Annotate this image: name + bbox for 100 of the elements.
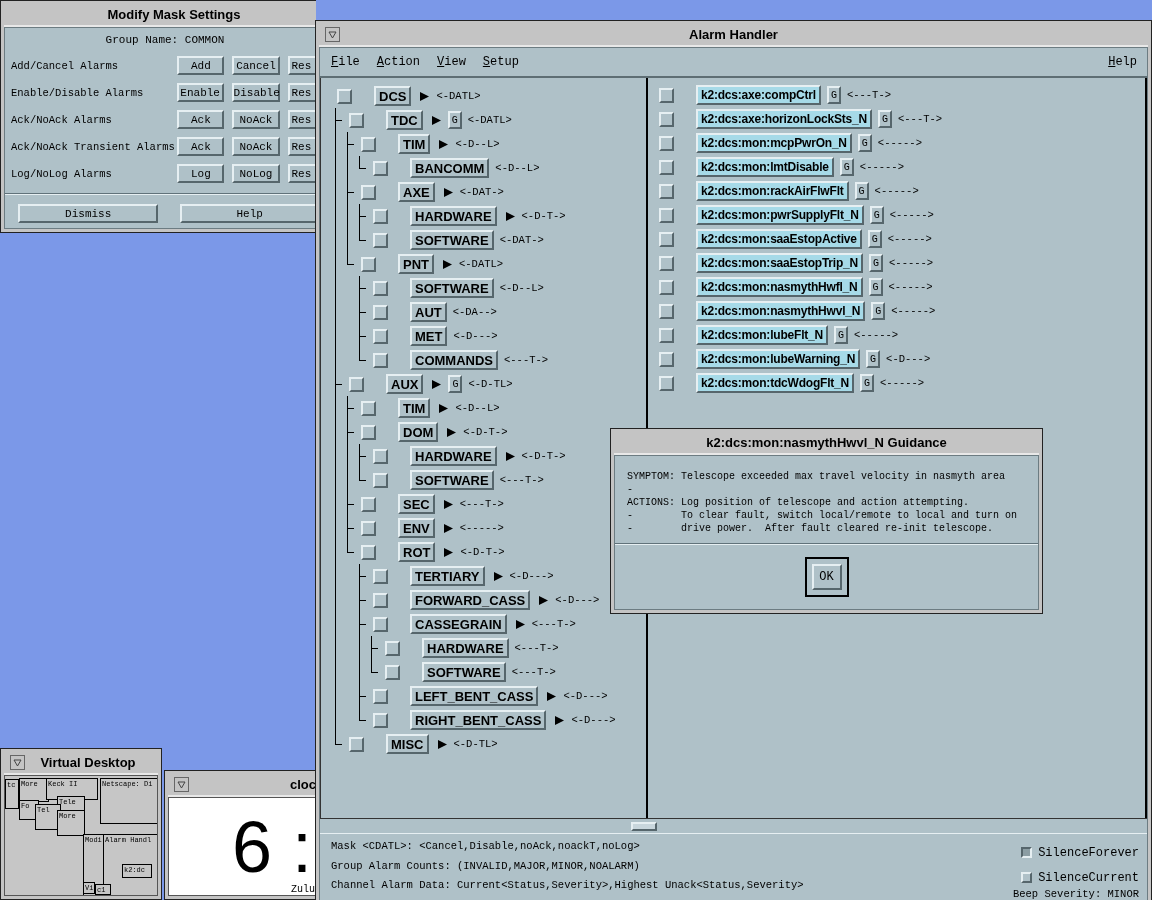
mask-button[interactable]: Enable — [176, 83, 224, 102]
channel-button[interactable]: k2:dcs:mon:pwrSupplyFlt_N — [696, 205, 864, 225]
mask-button[interactable]: Disable — [231, 83, 280, 102]
group-button[interactable]: SOFTWARE — [422, 662, 506, 682]
mask-button[interactable]: Add — [177, 56, 225, 75]
channel-button[interactable]: k2:dcs:mon:lubeFlt_N — [696, 325, 828, 345]
expand-arrow-icon[interactable] — [554, 714, 566, 726]
mask-button[interactable]: NoAck — [232, 137, 280, 156]
guidance-button[interactable]: G — [866, 350, 881, 368]
channel-button[interactable]: k2:dcs:mon:tdcWdogFlt_N — [696, 373, 855, 393]
window-menu-icon[interactable] — [325, 27, 340, 42]
mask-button[interactable]: Res — [287, 137, 315, 156]
guidance-button[interactable]: G — [448, 375, 463, 393]
expand-arrow-icon[interactable] — [438, 138, 450, 150]
group-button[interactable]: SOFTWARE — [410, 278, 494, 298]
expand-arrow-icon[interactable] — [442, 522, 454, 534]
expand-arrow-icon[interactable] — [514, 618, 526, 630]
guidance-button[interactable]: G — [447, 111, 462, 129]
group-button[interactable]: MET — [410, 326, 448, 346]
group-button[interactable]: AXE — [398, 182, 435, 202]
guidance-button[interactable]: G — [839, 158, 854, 176]
window-menu-icon[interactable] — [174, 777, 189, 792]
expand-arrow-icon[interactable] — [492, 570, 504, 582]
mask-button[interactable]: Ack — [177, 110, 225, 129]
silence-toggle[interactable]: SilenceCurrent — [1021, 865, 1139, 890]
channel-button[interactable]: k2:dcs:mon:nasmythHwfl_N — [696, 277, 863, 297]
menu-item[interactable]: Action — [376, 55, 421, 69]
mask-button[interactable]: Ack — [177, 137, 225, 156]
group-button[interactable]: COMMANDS — [410, 350, 498, 370]
mask-button[interactable]: NoLog — [232, 164, 280, 183]
window-menu-icon[interactable] — [10, 755, 25, 770]
expand-arrow-icon[interactable] — [504, 450, 516, 462]
menu-item[interactable]: Setup — [482, 55, 519, 69]
guidance-button[interactable]: G — [869, 254, 884, 272]
mask-button[interactable]: NoAck — [232, 110, 280, 129]
channel-button[interactable]: k2:dcs:axe:horizonLockSts_N — [696, 109, 872, 129]
channel-button[interactable]: k2:dcs:mon:rackAirFlwFlt — [696, 181, 849, 201]
mask-button[interactable]: Res — [287, 83, 315, 102]
mask-button[interactable]: Cancel — [232, 56, 280, 75]
group-button[interactable]: FORWARD_CASS — [410, 590, 531, 610]
checkbox[interactable] — [1021, 847, 1033, 858]
menu-item[interactable]: Help — [1108, 55, 1137, 69]
guidance-button[interactable]: G — [854, 182, 869, 200]
mask-button[interactable]: Res — [287, 56, 315, 75]
ok-button[interactable]: OK — [811, 563, 842, 590]
group-button[interactable]: ROT — [398, 542, 436, 562]
expand-arrow-icon[interactable] — [442, 498, 454, 510]
group-button[interactable]: PNT — [398, 254, 434, 274]
group-button[interactable]: HARDWARE — [410, 446, 497, 466]
group-button[interactable]: AUT — [410, 302, 447, 322]
group-button[interactable]: BANCOMM — [410, 158, 490, 178]
group-button[interactable]: TERTIARY — [410, 566, 485, 586]
expand-arrow-icon[interactable] — [538, 594, 550, 606]
channel-button[interactable]: k2:dcs:mon:saaEstopTrip_N — [696, 253, 864, 273]
expand-arrow-icon[interactable] — [446, 426, 458, 438]
group-button[interactable]: LEFT_BENT_CASS — [410, 686, 539, 706]
group-button[interactable]: MISC — [386, 734, 429, 754]
group-button[interactable]: AUX — [386, 374, 424, 394]
expand-arrow-icon[interactable] — [438, 402, 450, 414]
group-button[interactable]: DOM — [398, 422, 439, 442]
menu-item[interactable]: File — [331, 55, 360, 69]
channel-button[interactable]: k2:dcs:mon:lmtDisable — [696, 157, 834, 177]
guidance-button[interactable]: G — [867, 230, 882, 248]
guidance-button[interactable]: G — [857, 134, 872, 152]
channel-button[interactable]: k2:dcs:mon:lubeWarning_N — [696, 349, 861, 369]
mask-button[interactable]: Log — [177, 164, 225, 183]
group-button[interactable]: TIM — [398, 398, 431, 418]
group-button[interactable]: SOFTWARE — [410, 230, 494, 250]
channel-button[interactable]: k2:dcs:mon:saaEstopActive — [696, 229, 862, 249]
guidance-button[interactable]: G — [878, 110, 892, 128]
mask-button[interactable]: Res — [287, 110, 315, 129]
group-button[interactable]: SOFTWARE — [410, 470, 494, 490]
channel-button[interactable]: k2:dcs:mon:nasmythHwvl_N — [696, 301, 866, 321]
dialog-button[interactable]: Dismiss — [18, 204, 159, 223]
menu-item[interactable]: View — [437, 55, 466, 69]
guidance-button[interactable]: G — [834, 326, 848, 344]
expand-arrow-icon[interactable] — [546, 690, 558, 702]
group-button[interactable]: ENV — [398, 518, 435, 538]
guidance-button[interactable]: G — [868, 278, 883, 296]
sash-handle[interactable] — [630, 821, 657, 831]
guidance-button[interactable]: G — [871, 302, 886, 320]
channel-button[interactable]: k2:dcs:axe:compCtrl — [696, 85, 821, 105]
expand-arrow-icon[interactable] — [442, 258, 453, 270]
guidance-button[interactable]: G — [860, 374, 875, 392]
expand-arrow-icon[interactable] — [443, 546, 455, 558]
group-button[interactable]: TDC — [386, 110, 423, 130]
channel-button[interactable]: k2:dcs:mon:mcpPwrOn_N — [696, 133, 852, 153]
guidance-button[interactable]: G — [869, 206, 884, 224]
expand-arrow-icon[interactable] — [419, 90, 431, 102]
group-button[interactable]: HARDWARE — [410, 206, 497, 226]
dialog-button[interactable]: Help — [180, 204, 315, 223]
guidance-button[interactable]: G — [826, 86, 841, 104]
expand-arrow-icon[interactable] — [436, 738, 448, 750]
expand-arrow-icon[interactable] — [442, 186, 454, 198]
silence-toggle[interactable]: SilenceForever — [1021, 840, 1139, 865]
group-button[interactable]: DCS — [374, 86, 412, 106]
expand-arrow-icon[interactable] — [504, 210, 516, 222]
mask-button[interactable]: Res — [287, 164, 315, 183]
group-button[interactable]: RIGHT_BENT_CASS — [410, 710, 547, 730]
group-button[interactable]: TIM — [398, 134, 431, 154]
